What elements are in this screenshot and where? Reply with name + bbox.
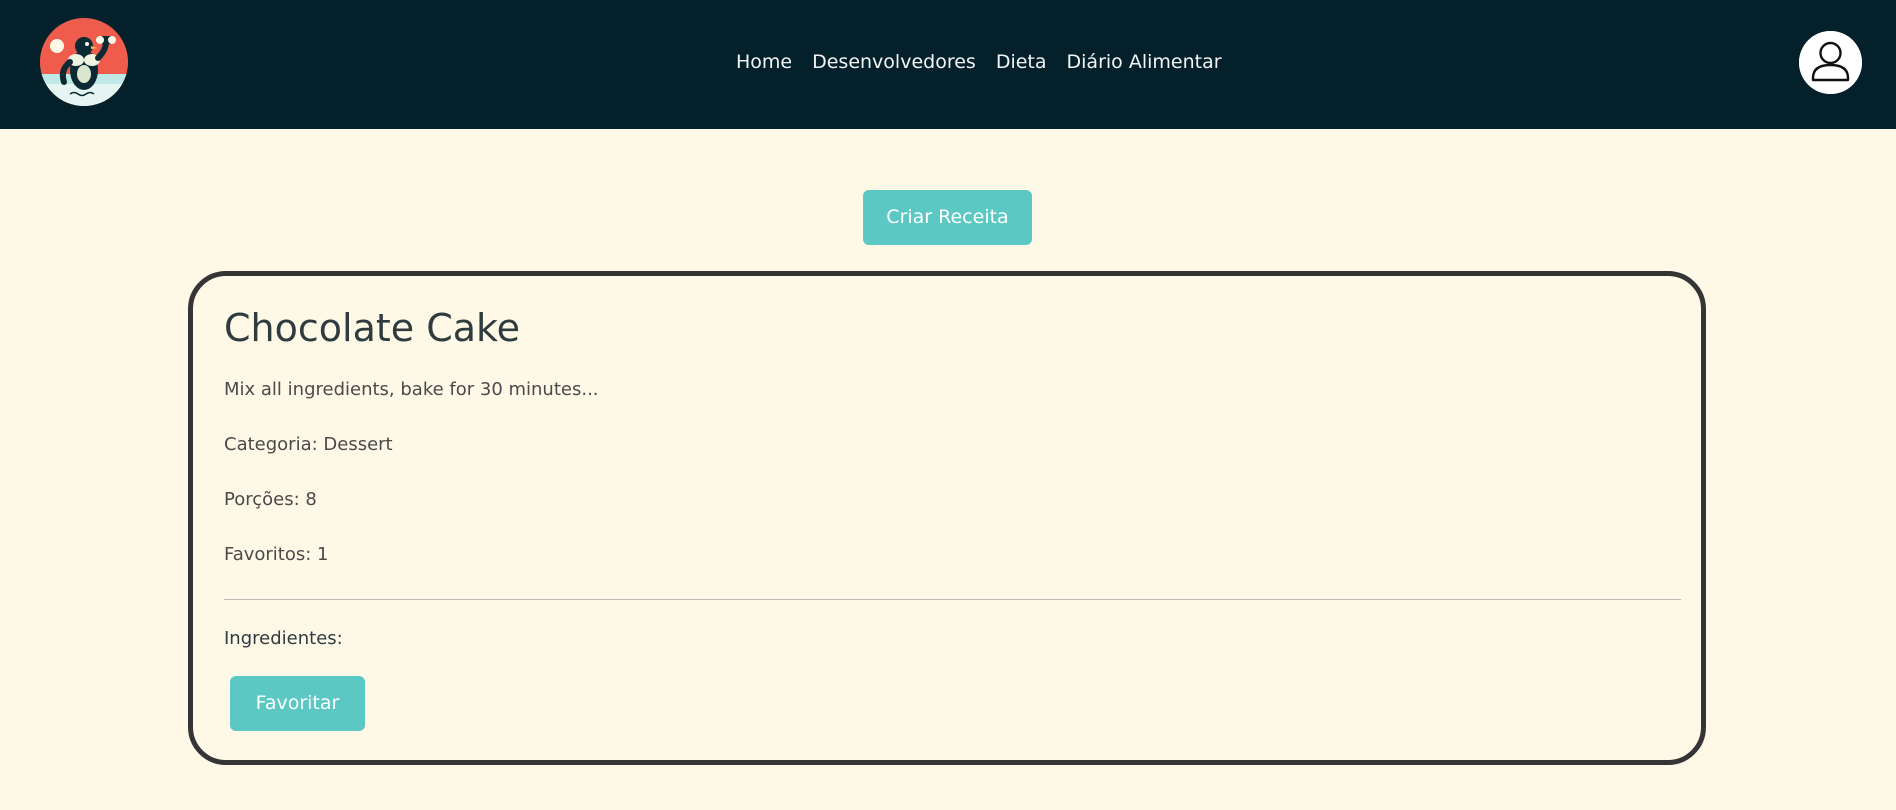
favorite-button[interactable]: Favoritar <box>230 676 365 731</box>
nav-dieta[interactable]: Dieta <box>996 49 1047 75</box>
recipe-instructions: Mix all ingredients, bake for 30 minutes… <box>224 379 599 400</box>
recipe-card: Chocolate Cake Mix all ingredients, bake… <box>188 271 1706 765</box>
nav-desenvolvedores[interactable]: Desenvolvedores <box>812 49 976 75</box>
nav-diario-alimentar[interactable]: Diário Alimentar <box>1067 49 1222 75</box>
recipe-category: Categoria: Dessert <box>224 434 393 455</box>
navbar: Home Desenvolvedores Dieta Diário Alimen… <box>0 0 1896 129</box>
user-icon[interactable] <box>1799 31 1862 94</box>
recipe-title: Chocolate Cake <box>224 306 521 350</box>
divider <box>224 599 1681 600</box>
recipe-favorites-count: Favoritos: 1 <box>224 544 329 565</box>
create-recipe-button[interactable]: Criar Receita <box>863 190 1032 245</box>
bodybuilder-penguin-logo-icon[interactable] <box>40 18 128 106</box>
recipe-portions: Porções: 8 <box>224 489 317 510</box>
main-nav: Home Desenvolvedores Dieta Diário Alimen… <box>736 49 1222 75</box>
nav-home[interactable]: Home <box>736 49 792 75</box>
ingredients-label: Ingredientes: <box>224 628 343 649</box>
